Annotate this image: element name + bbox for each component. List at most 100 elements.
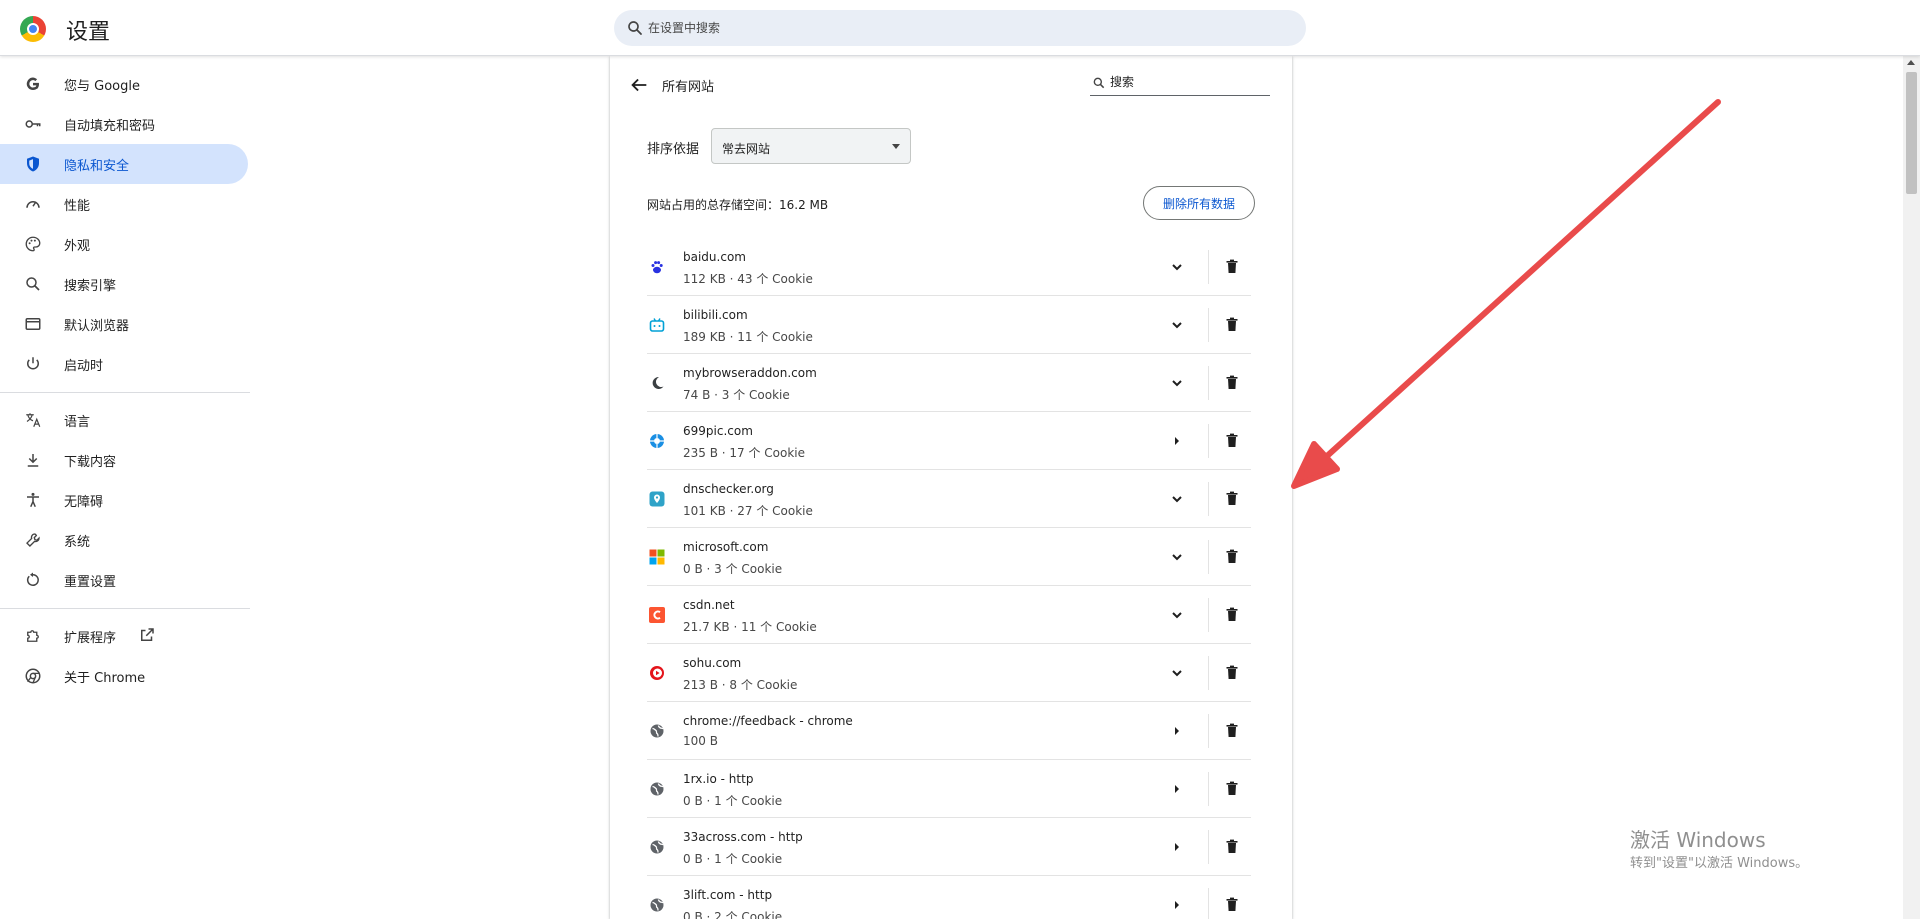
sidebar-item-label: 重置设置: [64, 575, 117, 590]
chevron-down-icon[interactable]: [1167, 373, 1187, 393]
site-usage: 0 B · 2 个 Cookie: [683, 910, 783, 919]
site-row[interactable]: 3lift.com - http 0 B · 2 个 Cookie: [647, 876, 1251, 919]
delete-trash-icon[interactable]: [1222, 547, 1242, 567]
site-search-box[interactable]: [1090, 70, 1270, 96]
sidebar-item-about-chrome[interactable]: 关于 Chrome: [0, 656, 248, 696]
site-name: bilibili.com: [683, 308, 748, 322]
site-usage: 189 KB · 11 个 Cookie: [683, 330, 813, 344]
delete-all-data-button[interactable]: 删除所有数据: [1143, 186, 1255, 220]
sidebar-item-on-startup[interactable]: 启动时: [0, 344, 248, 384]
site-row[interactable]: sohu.com 213 B · 8 个 Cookie: [647, 644, 1251, 702]
chevron-right-icon[interactable]: [1167, 721, 1187, 741]
sidebar-item-label: 系统: [64, 535, 91, 550]
sidebar-divider: [0, 608, 250, 609]
site-row[interactable]: csdn.net 21.7 KB · 11 个 Cookie: [647, 586, 1251, 644]
chevron-down-icon[interactable]: [1167, 663, 1187, 683]
delete-trash-icon[interactable]: [1222, 837, 1242, 857]
sidebar-item-default-browser[interactable]: 默认浏览器: [0, 304, 248, 344]
site-row[interactable]: chrome://feedback - chrome 100 B: [647, 702, 1251, 760]
site-name: sohu.com: [683, 656, 742, 670]
settings-search-input[interactable]: [648, 16, 1288, 40]
delete-trash-icon[interactable]: [1222, 895, 1242, 915]
scroll-up-arrow-icon[interactable]: [1907, 60, 1915, 65]
delete-trash-icon[interactable]: [1222, 663, 1242, 683]
sidebar-item-label: 扩展程序: [64, 631, 117, 646]
google-g-icon: [26, 77, 39, 91]
chevron-right-icon[interactable]: [1167, 895, 1187, 915]
sidebar-item-label: 隐私和安全: [64, 159, 130, 174]
globe-icon: [650, 898, 664, 912]
sort-dropdown-value: 常去网站: [722, 142, 771, 156]
delete-trash-icon[interactable]: [1222, 721, 1242, 741]
site-row[interactable]: mybrowseraddon.com 74 B · 3 个 Cookie: [647, 354, 1251, 412]
chevron-down-icon[interactable]: [1167, 257, 1187, 277]
chevron-down-icon[interactable]: [1167, 315, 1187, 335]
scrollbar-thumb[interactable]: [1906, 72, 1917, 194]
settings-search-box[interactable]: [614, 10, 1306, 46]
delete-trash-icon[interactable]: [1222, 257, 1242, 277]
chrome-icon: [25, 668, 41, 684]
chevron-right-icon[interactable]: [1167, 837, 1187, 857]
delete-trash-icon[interactable]: [1222, 779, 1242, 799]
sidebar-item-appearance[interactable]: 外观: [0, 224, 248, 264]
row-divider: [1208, 888, 1209, 919]
sidebar-divider: [0, 392, 250, 393]
delete-trash-icon[interactable]: [1222, 431, 1242, 451]
site-row[interactable]: bilibili.com 189 KB · 11 个 Cookie: [647, 296, 1251, 354]
page-scrollbar[interactable]: [1903, 56, 1920, 919]
sidebar-item-privacy-security[interactable]: 隐私和安全: [0, 144, 248, 184]
row-divider: [1208, 540, 1209, 574]
site-search-input[interactable]: [1110, 73, 1266, 91]
site-row[interactable]: 1rx.io - http 0 B · 1 个 Cookie: [647, 760, 1251, 818]
back-arrow-icon[interactable]: [628, 74, 650, 96]
chevron-down-icon[interactable]: [1167, 489, 1187, 509]
sort-dropdown[interactable]: 常去网站: [711, 128, 911, 164]
top-bar: 设置: [0, 0, 1920, 56]
site-usage: 0 B · 3 个 Cookie: [683, 562, 783, 576]
chevron-down-icon[interactable]: [1167, 547, 1187, 567]
sidebar-item-reset-settings[interactable]: 重置设置: [0, 560, 248, 600]
sidebar-item-downloads[interactable]: 下载内容: [0, 440, 248, 480]
sidebar-item-search-engine[interactable]: 搜索引擎: [0, 264, 248, 304]
palette-icon: [25, 236, 41, 252]
delete-trash-icon[interactable]: [1222, 315, 1242, 335]
sohu-play-icon: [650, 666, 664, 680]
power-icon: [27, 357, 39, 370]
row-divider: [1208, 656, 1209, 690]
search-icon: [628, 21, 642, 35]
site-name: baidu.com: [683, 250, 746, 264]
row-divider: [1208, 308, 1209, 342]
globe-icon: [650, 724, 664, 738]
globe-icon: [650, 840, 664, 854]
translate-icon: [26, 413, 41, 427]
sidebar-item-label: 外观: [64, 239, 91, 254]
chevron-right-icon[interactable]: [1167, 431, 1187, 451]
site-usage: 112 KB · 43 个 Cookie: [683, 272, 813, 286]
site-list: baidu.com 112 KB · 43 个 Cookie bilibili.…: [647, 238, 1251, 919]
sidebar-item-accessibility[interactable]: 无障碍: [0, 480, 248, 520]
page-title: 设置: [66, 20, 111, 45]
chevron-right-icon[interactable]: [1167, 779, 1187, 799]
sidebar-item-extensions[interactable]: 扩展程序: [0, 616, 248, 656]
moon-icon: [652, 376, 664, 389]
site-row[interactable]: dnschecker.org 101 KB · 27 个 Cookie: [647, 470, 1251, 528]
wrench-icon: [26, 533, 40, 547]
site-row[interactable]: baidu.com 112 KB · 43 个 Cookie: [647, 238, 1251, 296]
delete-trash-icon[interactable]: [1222, 605, 1242, 625]
activate-windows-watermark-subtitle: 转到"设置"以激活 Windows。: [1630, 856, 1809, 871]
sidebar-item-languages[interactable]: 语言: [0, 400, 248, 440]
site-usage: 101 KB · 27 个 Cookie: [683, 504, 813, 518]
site-row[interactable]: 699pic.com 235 B · 17 个 Cookie: [647, 412, 1251, 470]
site-row[interactable]: 33across.com - http 0 B · 1 个 Cookie: [647, 818, 1251, 876]
delete-trash-icon[interactable]: [1222, 373, 1242, 393]
site-name: 33across.com - http: [683, 830, 803, 844]
chevron-down-icon[interactable]: [1167, 605, 1187, 625]
sidebar-item-you-and-google[interactable]: 您与 Google: [0, 64, 248, 104]
activate-windows-watermark-title: 激活 Windows: [1630, 828, 1766, 852]
sidebar-item-label: 关于 Chrome: [64, 671, 146, 686]
sidebar-item-system[interactable]: 系统: [0, 520, 248, 560]
sidebar-item-autofill[interactable]: 自动填充和密码: [0, 104, 248, 144]
site-row[interactable]: microsoft.com 0 B · 3 个 Cookie: [647, 528, 1251, 586]
delete-trash-icon[interactable]: [1222, 489, 1242, 509]
sidebar-item-performance[interactable]: 性能: [0, 184, 248, 224]
